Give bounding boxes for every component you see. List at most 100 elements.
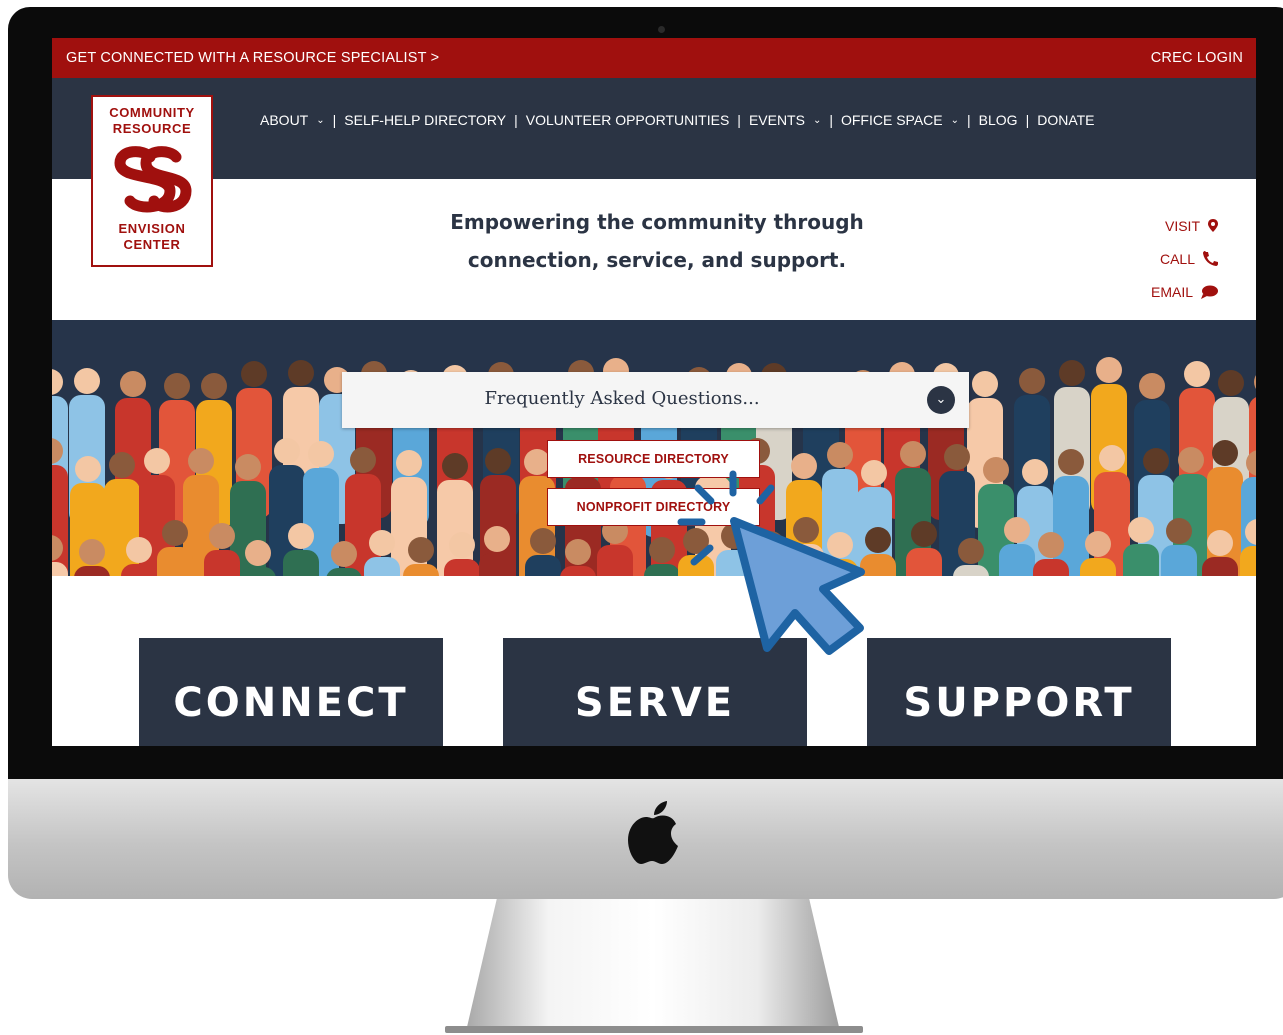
crowd-figure-body: [283, 550, 319, 576]
top-announcement-bar: GET CONNECTED WITH A RESOURCE SPECIALIST…: [52, 38, 1256, 78]
nav-separator: |: [737, 112, 741, 128]
crowd-figure-head: [442, 453, 468, 479]
support-card[interactable]: SUPPORT: [867, 638, 1171, 746]
nav-separator: |: [829, 112, 833, 128]
crowd-figure-head: [793, 517, 819, 543]
nav-item-events[interactable]: EVENTS ⌄ |: [749, 112, 841, 128]
crowd-figure-head: [188, 448, 214, 474]
crowd-figure-head: [565, 539, 591, 565]
crowd-figure-head: [721, 523, 747, 549]
crowd-figure-body: [525, 555, 561, 576]
crowd-figure-head: [1166, 518, 1192, 544]
crowd-figure-head: [74, 368, 100, 394]
crowd-figure-head: [162, 520, 188, 546]
nav-item-label: SELF-HELP DIRECTORY: [344, 112, 507, 128]
crowd-figure-body: [1161, 545, 1197, 576]
crowd-figure-head: [1059, 360, 1085, 386]
tagline-line-1: Empowering the community through: [450, 210, 864, 234]
crowd-figure-head: [209, 523, 235, 549]
nav-item-volunteer-opportunities[interactable]: VOLUNTEER OPPORTUNITIES |: [526, 112, 749, 128]
crowd-figure-head: [944, 444, 970, 470]
nav-separator: |: [967, 112, 971, 128]
crowd-figure-head: [972, 371, 998, 397]
crowd-figure-head: [1038, 532, 1064, 558]
crowd-figure-head: [308, 441, 334, 467]
imac-stand-base: [445, 1026, 863, 1033]
crowd-figure-body: [788, 544, 824, 576]
chevron-down-icon: ⌄: [812, 114, 822, 126]
crec-logo[interactable]: COMMUNITY RESOURCE ENVISION CENTER: [91, 95, 213, 267]
crowd-figure-body: [364, 557, 400, 576]
nonprofit-directory-button[interactable]: NONPROFIT DIRECTORY: [547, 488, 760, 526]
email-link[interactable]: EMAIL: [1151, 275, 1218, 308]
crowd-figure-head: [861, 460, 887, 486]
crowd-figure-head: [1207, 530, 1233, 556]
crowd-figure-head: [109, 452, 135, 478]
crowd-figure-head: [1139, 373, 1165, 399]
crowd-figure-head: [1178, 447, 1204, 473]
nav-item-self-help-directory[interactable]: SELF-HELP DIRECTORY |: [344, 112, 525, 128]
crowd-figure-head: [369, 530, 395, 556]
crowd-figure-body: [678, 555, 714, 576]
chevron-down-icon: ⌄: [950, 114, 960, 126]
crowd-figure-head: [1058, 449, 1084, 475]
resource-specialist-link[interactable]: GET CONNECTED WITH A RESOURCE SPECIALIST…: [66, 50, 439, 66]
crowd-figure-head: [449, 532, 475, 558]
crowd-figure-head: [235, 454, 261, 480]
nav-item-donate[interactable]: DONATE: [1037, 112, 1094, 128]
nav-item-blog[interactable]: BLOG |: [979, 112, 1038, 128]
chevron-down-icon: ⌄: [316, 114, 325, 126]
camera-dot: [658, 26, 665, 33]
crowd-figure-head: [79, 539, 105, 565]
crowd-figure-body: [479, 553, 515, 576]
crowd-figure-body: [157, 547, 193, 576]
crowd-figure-head: [52, 369, 63, 395]
crowd-figure-head: [164, 373, 190, 399]
chevron-down-icon[interactable]: ⌄: [927, 386, 955, 414]
ss-logo-mark: [114, 146, 192, 213]
crowd-figure-body: [999, 544, 1035, 576]
crowd-figure-head: [1254, 375, 1256, 389]
nav-item-about[interactable]: ABOUT ⌄ |: [260, 112, 344, 128]
crec-login-link[interactable]: CREC LOGIN: [1151, 50, 1243, 66]
crowd-figure-head: [75, 456, 101, 482]
crowd-figure-head: [350, 447, 376, 473]
header-band: Empowering the community through connect…: [52, 179, 1256, 320]
crowd-figure-head: [274, 438, 300, 464]
connect-label: CONNECT: [173, 680, 409, 726]
serve-card[interactable]: SERVE: [503, 638, 807, 746]
nav-item-office-space[interactable]: OFFICE SPACE ⌄ |: [841, 112, 979, 128]
main-navbar: ABOUT ⌄ | SELF-HELP DIRECTORY | VOLUNTEE…: [52, 78, 1256, 179]
page-tagline: Empowering the community through connect…: [432, 203, 882, 279]
crowd-figure-head: [1128, 517, 1154, 543]
crowd-figure-body: [1202, 557, 1238, 576]
call-link[interactable]: CALL: [1151, 242, 1218, 275]
logo-line-3: ENVISION: [118, 221, 186, 236]
crowd-figure-head: [408, 537, 434, 563]
nav-item-label: VOLUNTEER OPPORTUNITIES: [525, 112, 730, 128]
crowd-figure-head: [958, 538, 984, 564]
map-pin-icon: [1208, 219, 1218, 232]
crowd-figure-head: [396, 450, 422, 476]
email-label: EMAIL: [1150, 283, 1193, 300]
crowd-figure-head: [1184, 361, 1210, 387]
crowd-figure-body: [1080, 558, 1116, 576]
crowd-figure-body: [204, 550, 240, 576]
crowd-figure-body: [1123, 544, 1159, 576]
crowd-figure-head: [1004, 517, 1030, 543]
crowd-figure-head: [1218, 370, 1244, 396]
connect-card[interactable]: CONNECT: [139, 638, 443, 746]
visit-label: VISIT: [1164, 217, 1200, 234]
crowd-figure-head: [288, 360, 314, 386]
imac-stand: [467, 899, 839, 1027]
crowd-figure-head: [484, 526, 510, 552]
visit-link[interactable]: VISIT: [1151, 209, 1218, 242]
resource-directory-button[interactable]: RESOURCE DIRECTORY: [547, 440, 760, 478]
logo-line-2: RESOURCE: [112, 121, 192, 136]
crowd-figure-head: [1085, 531, 1111, 557]
crowd-figure-body: [860, 554, 896, 576]
crowd-figure-body: [597, 545, 633, 576]
crowd-figure-body: [1033, 559, 1069, 576]
nav-separator: |: [332, 112, 337, 128]
faq-accordion[interactable]: Frequently Asked Questions... ⌄: [342, 372, 969, 428]
